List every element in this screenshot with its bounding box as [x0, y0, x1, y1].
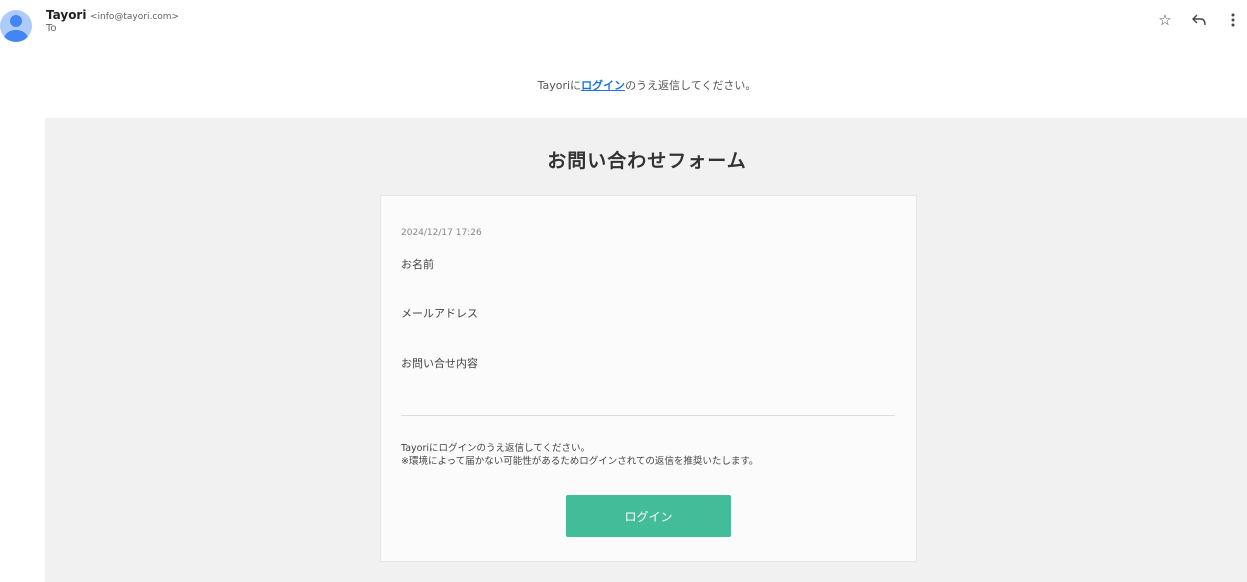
- login-note: Tayoriにログインのうえ返信してください。 ※環境によって届かない可能性があ…: [401, 443, 759, 467]
- submission-date: 2024/12/17 17:26: [401, 228, 482, 238]
- divider: [401, 415, 895, 416]
- email-header: Tayori <info@tayori.com> To ☆: [0, 0, 1247, 50]
- sender-avatar[interactable]: [0, 10, 32, 42]
- login-link[interactable]: ログイン: [581, 79, 625, 92]
- recipient-to-label[interactable]: To: [46, 23, 57, 34]
- reply-icon[interactable]: [1189, 10, 1209, 30]
- more-vertical-icon[interactable]: [1223, 10, 1243, 30]
- star-icon[interactable]: ☆: [1155, 10, 1175, 30]
- reply-instruction: Tayoriにログインのうえ返信してください。: [537, 79, 757, 92]
- inquiry-card: 2024/12/17 17:26 お名前 メールアドレス お問い合せ内容 Tay…: [380, 195, 917, 562]
- field-label-name: お名前: [401, 258, 434, 271]
- field-label-email: メールアドレス: [401, 307, 478, 320]
- sender-name[interactable]: Tayori: [46, 8, 86, 22]
- sender-info: Tayori <info@tayori.com>: [46, 8, 179, 24]
- header-actions: ☆: [1141, 10, 1243, 30]
- sender-address: <info@tayori.com>: [89, 12, 180, 22]
- form-title: お問い合わせフォーム: [547, 150, 747, 172]
- login-button[interactable]: ログイン: [566, 495, 731, 537]
- field-label-inquiry: お問い合せ内容: [401, 357, 478, 370]
